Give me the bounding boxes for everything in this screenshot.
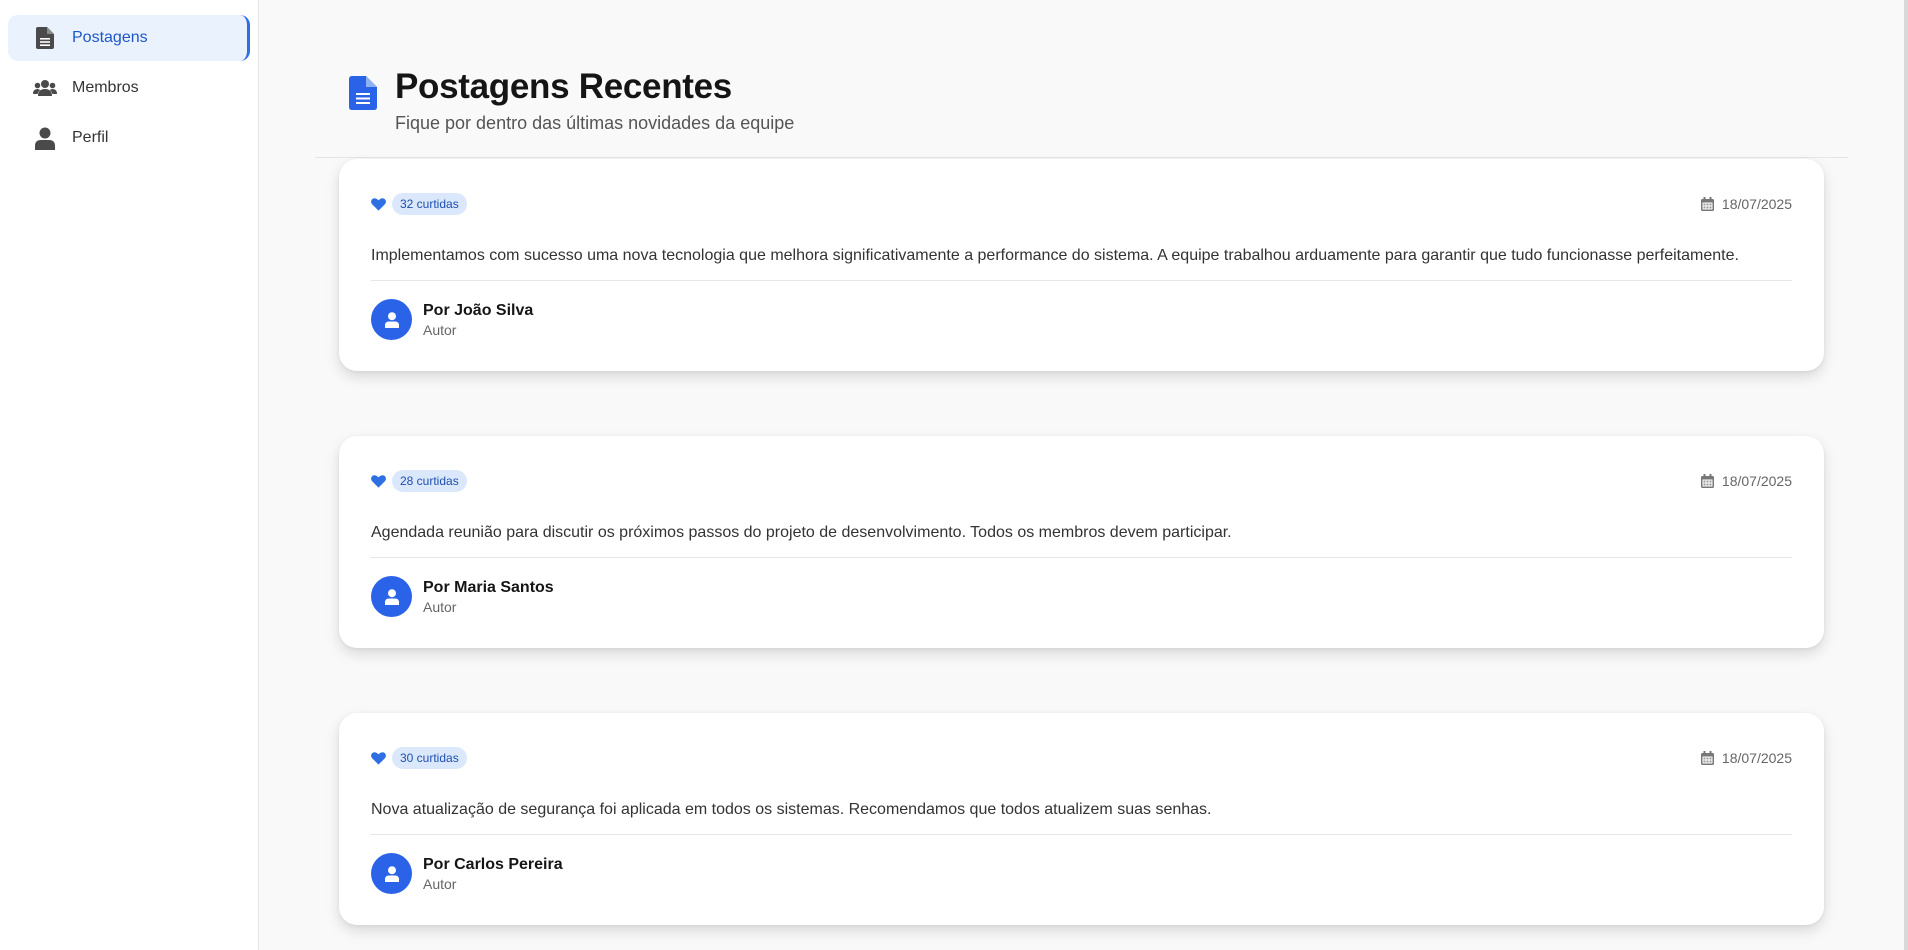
likes-badge: 30 curtidas xyxy=(392,747,467,769)
post-date-text: 18/07/2025 xyxy=(1721,473,1792,489)
post-card: 32 curtidas 18/07/2025 Implementamos com… xyxy=(339,159,1824,371)
user-icon xyxy=(384,311,399,328)
avatar xyxy=(371,299,412,340)
card-divider xyxy=(371,280,1792,281)
likes-badge: 32 curtidas xyxy=(392,193,467,215)
likes-badge: 28 curtidas xyxy=(392,470,467,492)
user-icon xyxy=(384,588,399,605)
author-role: Autor xyxy=(423,598,457,615)
calendar-icon xyxy=(1700,751,1714,765)
likes[interactable]: 28 curtidas xyxy=(371,470,467,492)
users-icon xyxy=(32,75,58,101)
avatar xyxy=(371,853,412,894)
user-icon xyxy=(32,125,58,151)
page-title: Postagens Recentes xyxy=(395,67,732,106)
sidebar-item-membros[interactable]: Membros xyxy=(8,65,250,111)
post-body: Agendada reunião para discutir os próxim… xyxy=(371,524,1232,541)
author-name: Por João Silva xyxy=(423,301,534,319)
sidebar: Postagens Membros Perfil xyxy=(0,0,259,950)
post-author: Por Maria Santos Autor xyxy=(371,576,554,617)
author-role: Autor xyxy=(423,321,457,338)
heart-icon[interactable] xyxy=(371,751,386,765)
sidebar-item-perfil[interactable]: Perfil xyxy=(8,115,250,161)
document-icon xyxy=(32,25,58,51)
post-date-text: 18/07/2025 xyxy=(1721,196,1792,212)
document-icon xyxy=(349,76,377,110)
heart-icon[interactable] xyxy=(371,197,386,211)
calendar-icon xyxy=(1700,474,1714,488)
post-date: 18/07/2025 xyxy=(1700,473,1792,489)
header-divider xyxy=(315,157,1848,158)
sidebar-item-label: Membros xyxy=(72,79,139,96)
post-body: Nova atualização de segurança foi aplica… xyxy=(371,801,1212,818)
author-name: Por Carlos Pereira xyxy=(423,855,563,873)
calendar-icon xyxy=(1700,197,1714,211)
post-date: 18/07/2025 xyxy=(1700,750,1792,766)
post-date: 18/07/2025 xyxy=(1700,196,1792,212)
scrollbar-track[interactable] xyxy=(1904,0,1908,950)
author-role: Autor xyxy=(423,875,457,892)
card-divider xyxy=(371,557,1792,558)
post-card: 28 curtidas 18/07/2025 Agendada reunião … xyxy=(339,436,1824,648)
likes[interactable]: 32 curtidas xyxy=(371,193,467,215)
post-author: Por João Silva Autor xyxy=(371,299,533,340)
user-icon xyxy=(384,865,399,882)
avatar xyxy=(371,576,412,617)
sidebar-item-label: Postagens xyxy=(72,29,148,46)
post-body: Implementamos com sucesso uma nova tecno… xyxy=(371,247,1739,264)
author-name: Por Maria Santos xyxy=(423,578,554,596)
page-subtitle: Fique por dentro das últimas novidades d… xyxy=(395,113,795,133)
likes[interactable]: 30 curtidas xyxy=(371,747,467,769)
sidebar-item-postagens[interactable]: Postagens xyxy=(8,15,250,61)
post-card: 30 curtidas 18/07/2025 Nova atualização … xyxy=(339,713,1824,925)
heart-icon[interactable] xyxy=(371,474,386,488)
post-author: Por Carlos Pereira Autor xyxy=(371,853,563,894)
card-divider xyxy=(371,834,1792,835)
sidebar-item-label: Perfil xyxy=(72,129,109,146)
post-date-text: 18/07/2025 xyxy=(1721,750,1792,766)
